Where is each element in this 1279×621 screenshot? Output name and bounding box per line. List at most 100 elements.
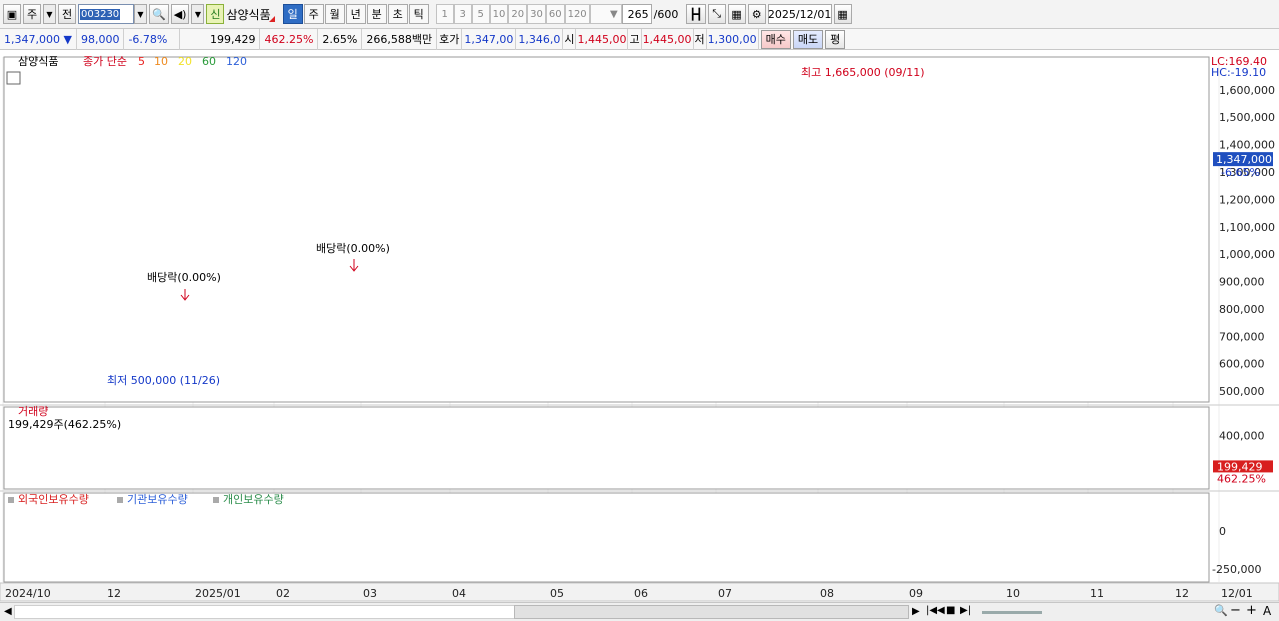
minute-button-30[interactable]: 30 [527, 4, 546, 24]
y-tick-label: 1,100,000 [1219, 221, 1275, 234]
speaker-icon[interactable]: ◀) [170, 4, 190, 24]
pane-frame-2 [3, 492, 1210, 583]
high-price: 1,445,00 [642, 28, 694, 50]
ma-legend-20: 20 [178, 55, 192, 68]
x-tick-label: 07 [718, 587, 732, 600]
quote-bar: 1,347,000 ▼ 98,000 -6.78% 199,429 462.25… [0, 28, 1279, 50]
settings-gear-icon[interactable]: ⚙ [747, 4, 766, 24]
stop-icon[interactable]: ■ [946, 605, 955, 616]
date-input[interactable]: 2025/12/01 [767, 4, 832, 24]
y-tick-label: 500,000 [1219, 385, 1265, 398]
y-tick-label: 900,000 [1219, 276, 1265, 289]
chart-settings-icon [6, 71, 21, 85]
tick-dropdown[interactable]: ▼ [589, 4, 622, 24]
minute-button-1[interactable]: 1 [435, 4, 454, 24]
period-tab-4[interactable]: 분 [366, 4, 387, 24]
x-tick-label: 04 [452, 587, 466, 600]
period-tab-1[interactable]: 주 [303, 4, 324, 24]
y-tick-label: 1,400,000 [1219, 139, 1275, 152]
pane-frame-0 [3, 56, 1210, 403]
zoom-in-icon[interactable]: 🔍 [1214, 604, 1228, 617]
minute-button-10[interactable]: 10 [489, 4, 509, 24]
holdings-legend-1: 기관보유수량 [127, 493, 188, 506]
stock-code-dropdown[interactable]: ▼ [134, 4, 147, 24]
trade-amount: 266,588백만 [362, 28, 438, 50]
volume-title: 거래량 [18, 405, 48, 418]
first-page-icon[interactable]: |◀◀ [926, 605, 945, 616]
period-tab-0[interactable]: 일 [282, 4, 303, 24]
speaker-dropdown[interactable]: ▼ [191, 4, 205, 24]
minute-button-3[interactable]: 3 [453, 4, 472, 24]
search-icon[interactable]: 🔍 [149, 4, 169, 24]
buy-button[interactable]: 매수 [760, 29, 791, 49]
legend-marker [8, 497, 14, 503]
y-tick-label: 1,500,000 [1219, 111, 1275, 124]
period-tab-5[interactable]: 초 [387, 4, 408, 24]
minute-button-5[interactable]: 5 [471, 4, 490, 24]
dividend-annotation: 배당락(0.00%) [147, 271, 221, 284]
bar-count-max: /600 [653, 7, 679, 21]
minute-button-120[interactable]: 120 [564, 4, 590, 24]
open-label: 시 [563, 28, 577, 50]
hoga-label: 호가 [437, 28, 463, 50]
minus-icon[interactable]: − [1230, 603, 1241, 618]
view-mode-dropdown[interactable]: ▼ [43, 4, 56, 24]
view-mode-button[interactable]: 주 [23, 4, 41, 24]
period-tab-6[interactable]: 틱 [408, 4, 429, 24]
y-tick-label: 600,000 [1219, 358, 1265, 371]
high-label: 고 [628, 28, 642, 50]
minute-button-20[interactable]: 20 [508, 4, 528, 24]
low-label: 저 [694, 28, 707, 50]
stock-type-badge[interactable]: 신 [206, 4, 225, 24]
layout-icon[interactable]: ▣ [3, 4, 21, 24]
plus-icon[interactable]: + [1246, 603, 1257, 618]
scroll-thumb[interactable] [514, 605, 909, 619]
scroll-left-arrow[interactable]: ◀ [4, 606, 12, 617]
x-tick-label: 12 [107, 587, 121, 600]
x-tick-label: 06 [634, 587, 648, 600]
series-label: 종가 단순 [83, 55, 127, 68]
holdings-legend-0: 외국인보유수량 [18, 493, 89, 506]
high-annotation: 최고 1,665,000 (09/11) [801, 66, 925, 79]
ask-price: 1,347,00 [462, 28, 517, 50]
play-icon[interactable]: ▶| [960, 605, 971, 616]
x-tick-label: 09 [909, 587, 923, 600]
x-tick-label: 2025/01 [195, 587, 241, 600]
scroll-right-arrow[interactable]: ▶ [912, 606, 920, 617]
candle-icon[interactable]: ┣┫ [686, 4, 706, 24]
minute-button-60[interactable]: 60 [545, 4, 565, 24]
sell-button[interactable]: 매도 [792, 29, 824, 49]
x-tick-label: 2024/10 [5, 587, 51, 600]
y-tick-label: 1,000,000 [1219, 248, 1275, 261]
legend-marker [213, 497, 219, 503]
stock-name: 삼양식품 [226, 7, 271, 22]
bar-count-input[interactable]: 265 [621, 4, 652, 24]
chart-statusbar: ◀ ▶ |◀◀ ■ ▶| 🔍 − + A [0, 602, 1279, 621]
turnover-rate: 2.65% [318, 28, 363, 50]
draw-tool-icon[interactable]: ⤡ [707, 4, 726, 24]
zoom-slider[interactable] [982, 611, 1042, 614]
stock-code-input[interactable]: 003230 [78, 4, 134, 24]
stock-chart[interactable]: 1,600,0001,500,0001,400,0001,300,0001,20… [0, 51, 1279, 602]
ma-legend-120: 120 [226, 55, 247, 68]
prev-button[interactable]: 전 [58, 4, 76, 24]
period-tab-3[interactable]: 년 [345, 4, 366, 24]
main-toolbar: ▣ 주 ▼ 전 003230 ▼ 🔍 ◀) ▼ 신 삼양식품 일주월년분초틱 1… [0, 0, 1279, 29]
price-change: 98,000 [77, 28, 125, 50]
dividend-annotation: 배당락(0.00%) [316, 242, 390, 255]
holdings-legend-2: 개인보유수량 [223, 493, 284, 506]
x-tick-label: 03 [363, 587, 377, 600]
corner-marker [268, 16, 275, 22]
calendar-icon[interactable]: ▦ [833, 4, 852, 24]
x-tick-label: 10 [1006, 587, 1020, 600]
ma-legend-5: 5 [138, 55, 145, 68]
x-tick-label: 11 [1090, 587, 1104, 600]
font-size-button[interactable]: A [1263, 604, 1271, 618]
save-icon[interactable]: ▦ [727, 4, 746, 24]
period-tab-2[interactable]: 월 [324, 4, 345, 24]
flat-button[interactable]: 평 [825, 29, 846, 49]
open-price: 1,445,00 [576, 28, 629, 50]
current-change-text: -6.65% [1221, 166, 1260, 179]
legend-marker [117, 497, 123, 503]
x-tick-label: 12/01 [1221, 587, 1253, 600]
